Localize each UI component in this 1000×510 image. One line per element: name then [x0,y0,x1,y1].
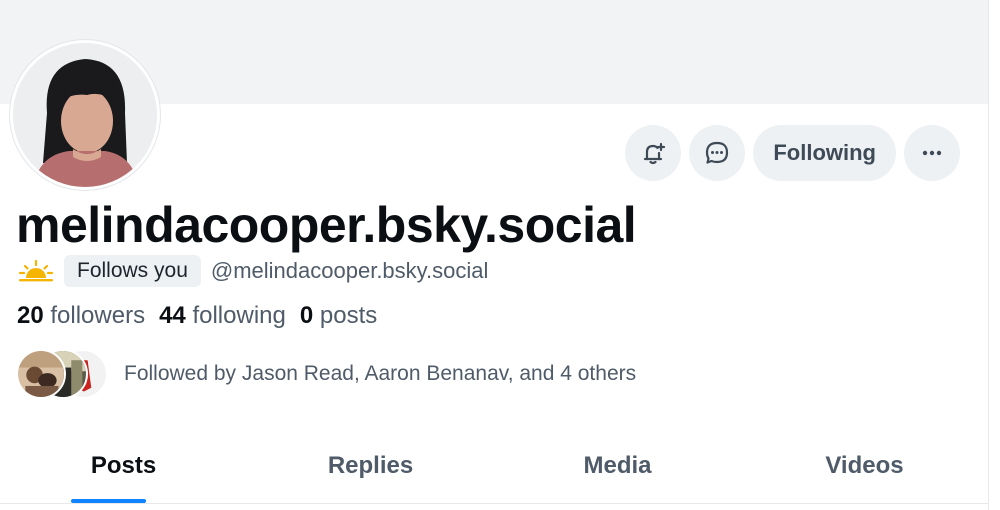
followed-by-text: Followed by Jason Read, Aaron Benanav, a… [124,362,637,385]
avatar[interactable] [10,40,160,190]
profile-tabs: Posts Replies Media Videos [0,440,988,504]
following-button[interactable]: Following [753,125,896,181]
scrollbar-track[interactable] [988,0,1000,510]
following-label: following [192,302,286,329]
followers-count: 20 [17,302,44,329]
profile-page: Following melindacooper.bsky.social Foll… [0,0,1000,510]
active-tab-indicator [71,499,146,503]
profile-handle: @melindacooper.bsky.social [210,258,489,283]
profile-stats: 20 followers 44 following 0 posts [17,302,377,330]
following-count: 44 [159,302,186,329]
tab-replies[interactable]: Replies [247,440,494,503]
message-button[interactable] [689,125,746,181]
ellipsis-icon [922,150,942,156]
posts-count: 0 [299,302,314,329]
tab-label: Posts [90,452,157,479]
tab-label: Replies [327,452,414,479]
sunrise-emoji-icon [18,258,54,284]
followers-label: followers [50,302,146,329]
tab-label: Videos [825,452,904,479]
more-options-button[interactable] [904,125,960,181]
display-name: melindacooper.bsky.social [16,197,637,253]
tab-posts[interactable]: Posts [0,440,247,503]
known-followers-avatars [16,349,108,399]
tab-media[interactable]: Media [494,440,741,503]
posts-label: posts [319,302,378,329]
chat-bubble-icon [706,141,729,164]
profile-actions: Following [625,125,960,181]
handle-row: Follows you @melindacooper.bsky.social [18,254,488,288]
subscribe-button[interactable] [625,125,682,181]
avatar [16,349,66,399]
following-stat[interactable]: 44 following [159,302,286,330]
bell-plus-icon [644,142,666,165]
followers-stat[interactable]: 20 followers [17,302,145,330]
tab-videos[interactable]: Videos [741,440,988,503]
tab-label: Media [583,452,652,479]
known-followers[interactable]: Followed by Jason Read, Aaron Benanav, a… [16,349,636,399]
follows-you-badge: Follows you [64,255,201,287]
profile-photo [13,43,157,187]
posts-stat: 0 posts [300,302,377,330]
